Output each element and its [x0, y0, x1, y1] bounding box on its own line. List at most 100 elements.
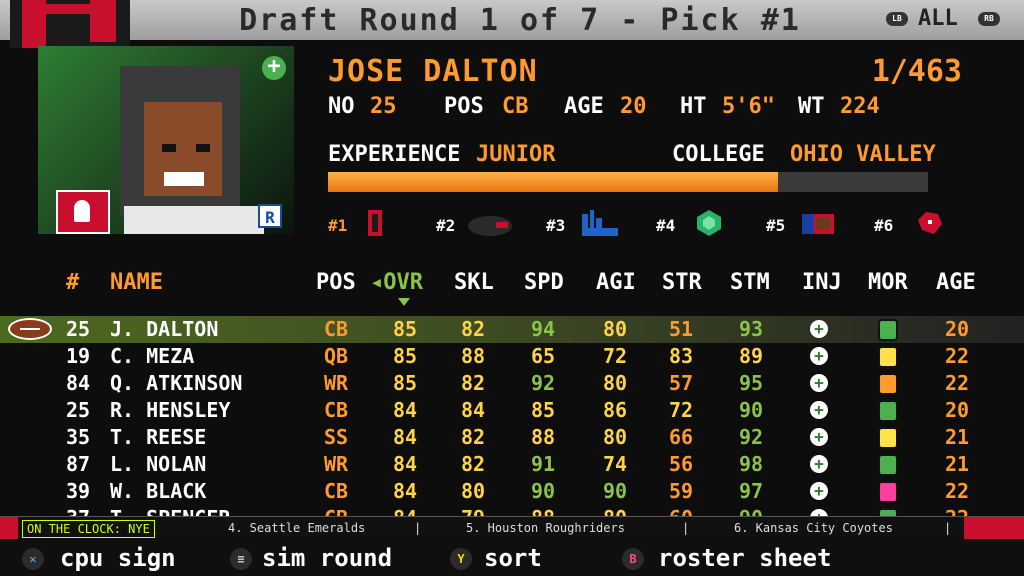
row-ovr: 85 — [392, 344, 418, 368]
row-stm: 97 — [738, 479, 764, 503]
row-str: 66 — [668, 425, 694, 449]
morale-face-icon — [878, 454, 898, 476]
injury-status-icon: + — [810, 455, 828, 473]
row-str: 72 — [668, 398, 694, 422]
table-row[interactable]: 25 R. HENSLEY CB 84 84 85 86 72 90 +20 — [0, 397, 1024, 424]
row-name: J. DALTON — [110, 317, 219, 341]
row-number: 35 — [66, 425, 91, 449]
row-ovr: 84 — [392, 398, 418, 422]
ht-value: 5'6" — [722, 94, 775, 119]
ticker-separator: | — [944, 521, 952, 535]
col-header-name[interactable]: NAME — [110, 270, 163, 295]
college-label: COLLEGE — [672, 142, 765, 167]
col-header-skl[interactable]: SKL — [454, 270, 494, 295]
team-pick-6-icon[interactable] — [914, 208, 944, 238]
pick-1-label: #1 — [328, 216, 348, 235]
col-header-agi[interactable]: AGI — [596, 270, 636, 295]
row-pos: CB — [323, 317, 349, 341]
injury-status-icon: + — [810, 374, 828, 392]
cross-button-icon[interactable]: ✕ — [22, 548, 44, 570]
ht-label: HT — [680, 94, 707, 119]
col-header-pos[interactable]: POS — [316, 270, 356, 295]
row-age: 22 — [944, 479, 970, 503]
table-row[interactable]: 35 T. REESE SS 84 82 88 80 66 92 +21 — [0, 424, 1024, 451]
col-header-num[interactable]: # — [66, 270, 79, 295]
wt-value: 224 — [840, 94, 880, 119]
rb-button-icon[interactable]: RB — [978, 12, 1000, 26]
col-header-inj[interactable]: INJ — [802, 270, 842, 295]
row-ovr: 85 — [392, 317, 418, 341]
team-pick-4-icon[interactable] — [694, 208, 724, 238]
row-str: 57 — [668, 371, 694, 395]
row-name: C. MEZA — [110, 344, 195, 368]
row-spd: 90 — [530, 479, 556, 503]
sort-arrow-icon — [398, 298, 410, 306]
ticker-separator: | — [682, 521, 690, 535]
row-skl: 82 — [460, 452, 486, 476]
table-row[interactable]: 25 J. DALTON CB 85 82 94 80 51 93 +20 — [0, 316, 1024, 343]
row-skl: 82 — [460, 425, 486, 449]
row-spd: 88 — [530, 425, 556, 449]
team-pick-2-icon[interactable] — [466, 208, 514, 238]
row-number: 87 — [66, 452, 91, 476]
team-pick-1-icon[interactable] — [360, 208, 390, 238]
no-label: NO — [328, 94, 355, 119]
row-skl: 88 — [460, 344, 486, 368]
on-the-clock-label: ON THE CLOCK: NYE — [22, 520, 155, 538]
team-pick-5-icon[interactable] — [800, 208, 836, 238]
add-player-icon[interactable]: + — [262, 56, 286, 80]
table-row[interactable]: 39 W. BLACK CB 84 80 90 90 59 97 +22 — [0, 478, 1024, 505]
row-spd: 94 — [530, 317, 556, 341]
experience-value: JUNIOR — [476, 142, 556, 167]
rookie-badge: R — [258, 204, 282, 228]
experience-label: EXPERIENCE — [328, 142, 461, 167]
row-pos: WR — [323, 371, 349, 395]
progress-fill — [328, 172, 778, 192]
filter-label[interactable]: ALL — [918, 6, 958, 31]
morale-face-icon — [878, 400, 898, 422]
row-ovr: 84 — [392, 425, 418, 449]
row-stm: 90 — [738, 398, 764, 422]
row-spd: 65 — [530, 344, 556, 368]
table-row[interactable]: 19 C. MEZA QB 85 88 65 72 83 89 +22 — [0, 343, 1024, 370]
table-row[interactable]: 87 L. NOLAN WR 84 82 91 74 56 98 +21 — [0, 451, 1024, 478]
injury-status-icon: + — [810, 320, 828, 338]
col-header-stm[interactable]: STM — [730, 270, 770, 295]
pos-label: POS — [444, 94, 484, 119]
col-header-ovr-label: OVR — [383, 270, 423, 295]
menu-button-icon[interactable]: ≡ — [230, 548, 252, 570]
no-value: 25 — [370, 94, 397, 119]
col-header-age[interactable]: AGE — [936, 270, 976, 295]
row-number: 39 — [66, 479, 91, 503]
ticker-team-flag-left — [0, 517, 18, 539]
col-header-mor[interactable]: MOR — [868, 270, 908, 295]
pick-5-label: #5 — [766, 216, 786, 235]
team-logo-top — [10, 0, 130, 48]
injury-status-icon: + — [810, 401, 828, 419]
pick-6-label: #6 — [874, 216, 894, 235]
row-pos: WR — [323, 452, 349, 476]
row-age: 22 — [944, 371, 970, 395]
lb-button-icon[interactable]: LB — [886, 12, 908, 26]
row-skl: 80 — [460, 479, 486, 503]
col-header-ovr[interactable]: ◂OVR — [370, 270, 423, 295]
sort-label[interactable]: sort — [484, 542, 542, 574]
table-row[interactable]: 84 Q. ATKINSON WR 85 82 92 80 57 95 +22 — [0, 370, 1024, 397]
cpu-sign-label[interactable]: cpu sign — [60, 542, 176, 574]
b-button-icon[interactable]: B — [622, 548, 644, 570]
roster-sheet-label[interactable]: roster sheet — [658, 542, 831, 574]
player-rank: 1/463 — [871, 54, 962, 89]
row-str: 59 — [668, 479, 694, 503]
sim-round-label[interactable]: sim round — [262, 542, 392, 574]
morale-face-icon — [878, 481, 898, 503]
row-pos: CB — [323, 479, 349, 503]
col-header-str[interactable]: STR — [662, 270, 702, 295]
row-name: W. BLACK — [110, 479, 207, 503]
page-title: Draft Round 1 of 7 - Pick #1 — [239, 3, 801, 38]
ticker-bar: ON THE CLOCK: NYE 4. Seattle Emeralds | … — [0, 516, 1024, 539]
col-header-spd[interactable]: SPD — [524, 270, 564, 295]
y-button-icon[interactable]: Y — [450, 548, 472, 570]
row-name: R. HENSLEY — [110, 398, 231, 422]
team-pick-3-icon[interactable] — [578, 208, 622, 238]
player-shirt — [124, 206, 264, 234]
